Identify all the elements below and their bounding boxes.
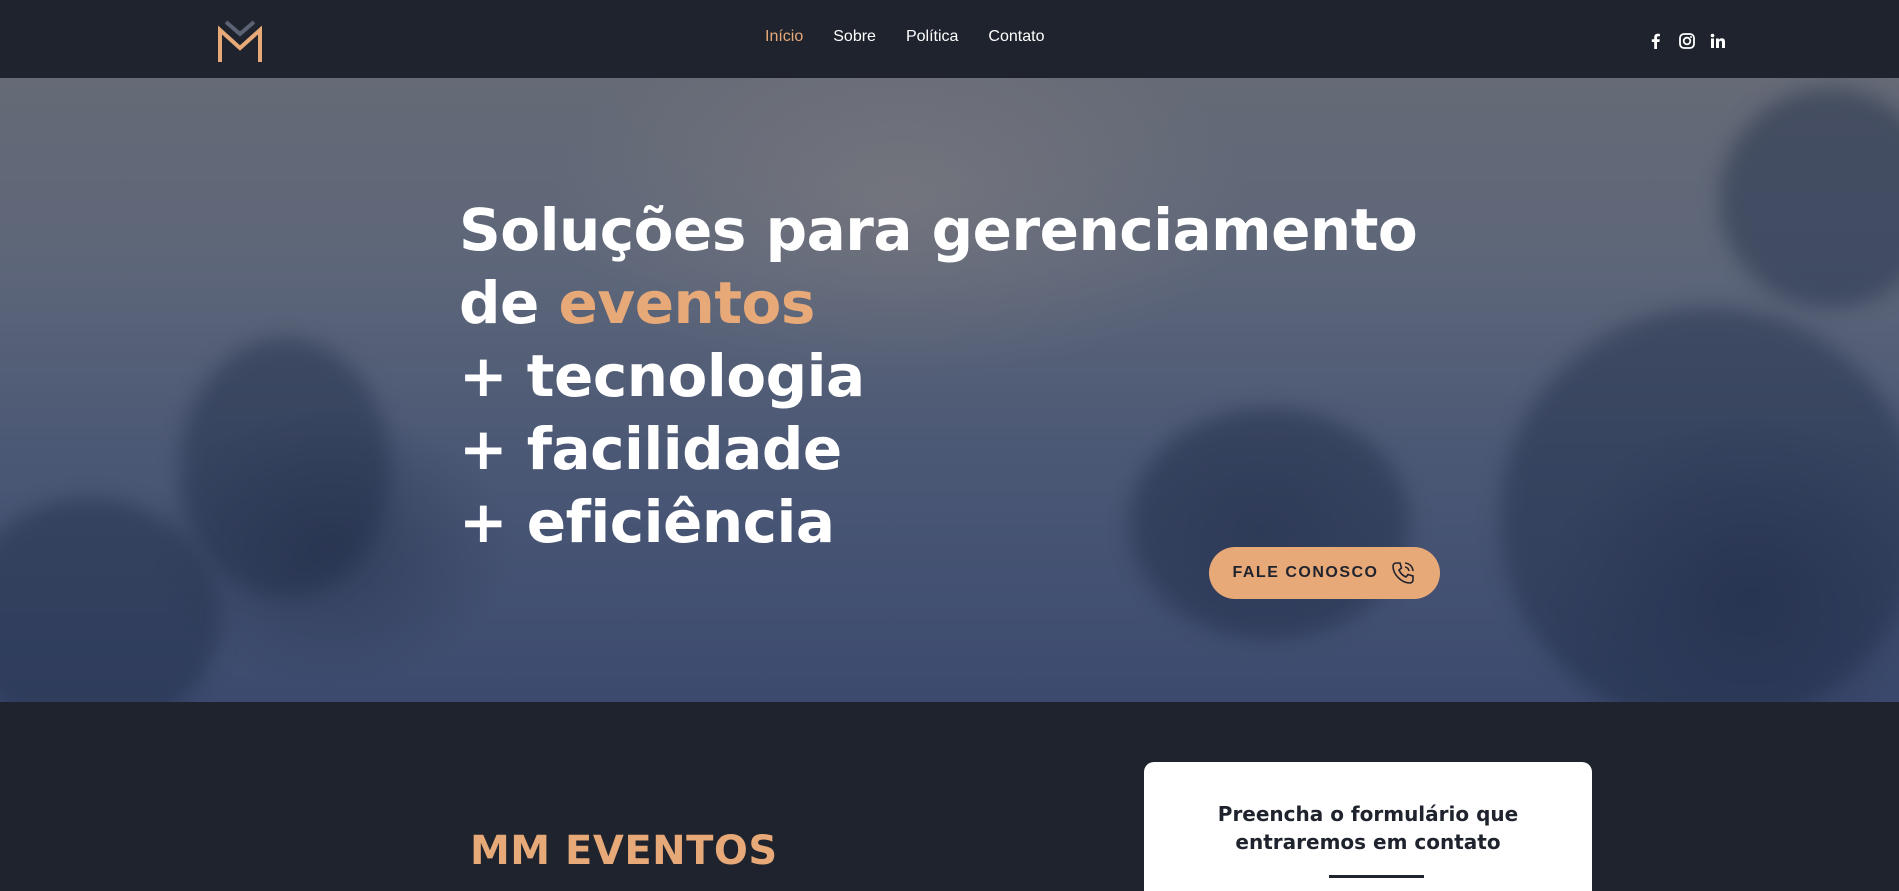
- nav-item-inicio[interactable]: Início: [765, 28, 803, 46]
- crowd-silhouette: [1500, 308, 1899, 702]
- mm-logo[interactable]: [218, 20, 262, 62]
- main-nav: Início Sobre Política Contato: [765, 28, 1044, 46]
- hero-line-2-accent: eventos: [558, 269, 816, 337]
- nav-item-politica[interactable]: Política: [906, 28, 958, 46]
- hero-title: Soluções para gerenciamento de eventos +…: [459, 194, 1418, 559]
- phone-icon: [1391, 562, 1414, 584]
- crowd-silhouette: [180, 338, 390, 598]
- hero-line-5: + eficiência: [459, 488, 835, 556]
- social-links: [1647, 32, 1727, 50]
- hero-line-4: + facilidade: [459, 415, 842, 483]
- form-title-line-1: Preencha o formulário que: [1217, 802, 1519, 826]
- facebook-icon[interactable]: [1647, 32, 1665, 50]
- nav-item-sobre[interactable]: Sobre: [833, 28, 876, 46]
- hero-section: Soluções para gerenciamento de eventos +…: [0, 78, 1899, 702]
- crowd-silhouette: [1720, 88, 1899, 308]
- about-section: MM EVENTOS Preencha o formulário que ent…: [0, 702, 1899, 891]
- form-divider: [1329, 875, 1424, 878]
- crowd-silhouette: [0, 498, 220, 702]
- nav-item-contato[interactable]: Contato: [988, 28, 1044, 46]
- cta-label: FALE CONOSCO: [1232, 564, 1379, 581]
- form-title: Preencha o formulário que entraremos em …: [1144, 800, 1592, 856]
- hero-line-2-prefix: de: [459, 269, 559, 337]
- instagram-icon[interactable]: [1678, 32, 1696, 50]
- form-title-line-2: entraremos em contato: [1235, 830, 1501, 854]
- site-header: Início Sobre Política Contato: [0, 0, 1899, 78]
- fale-conosco-button[interactable]: FALE CONOSCO: [1209, 547, 1440, 599]
- contact-form-card: Preencha o formulário que entraremos em …: [1144, 762, 1592, 891]
- hero-line-3: + tecnologia: [459, 342, 865, 410]
- brand-title: MM EVENTOS: [470, 828, 778, 874]
- linkedin-icon[interactable]: [1709, 32, 1727, 50]
- hero-line-1: Soluções para gerenciamento: [459, 196, 1418, 264]
